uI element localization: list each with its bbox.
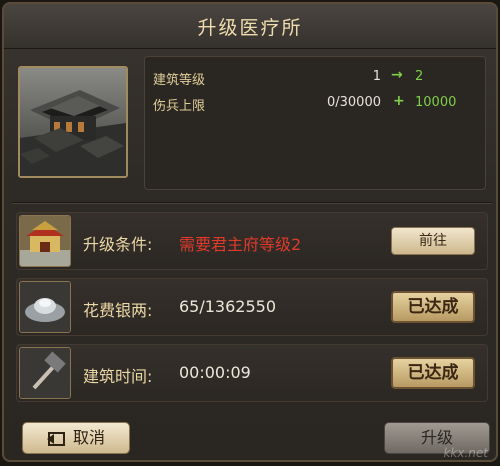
title-bar: 升级医疗所 xyxy=(4,4,496,49)
silver-cost-value: 65/1362550 xyxy=(179,297,277,316)
stats-panel: 建筑等级 1 → 2 伤兵上限 0/30000 + 10000 xyxy=(144,56,486,190)
requirement-value: 需要君主府等级2 xyxy=(179,235,302,254)
stat-new-level: 2 xyxy=(415,69,424,84)
requirement-row-condition: 升级条件: 需要君主府等级2 前往 xyxy=(16,212,488,270)
stat-label-level: 建筑等级 xyxy=(153,73,206,88)
building-image xyxy=(18,66,128,178)
cancel-button[interactable]: 取消 xyxy=(22,422,130,454)
divider xyxy=(12,202,492,204)
dialog-title: 升级医疗所 xyxy=(197,17,303,39)
watermark: kkx.net xyxy=(443,446,488,460)
back-arrow-icon xyxy=(46,431,65,446)
time-achieved-badge: 已达成 xyxy=(391,357,475,389)
build-time-value: 00:00:09 xyxy=(179,363,251,382)
requirement-row-silver: 花费银两: 65/1362550 已达成 xyxy=(16,278,488,336)
requirement-row-time: 建筑时间: 00:00:09 已达成 xyxy=(16,344,488,402)
stat-current-capacity: 0/30000 xyxy=(326,95,381,110)
stat-current-level: 1 xyxy=(372,69,381,84)
stat-label-capacity: 伤兵上限 xyxy=(153,99,206,114)
silver-ingot-icon xyxy=(19,281,71,333)
arrow-right-icon: → xyxy=(391,67,403,83)
cancel-label: 取消 xyxy=(72,428,105,447)
upgrade-dialog: 升级医疗所 建筑等级 1 → 2 伤兵上限 0/30000 + 10000 升级… xyxy=(2,2,498,462)
silver-cost-label: 花费银两: xyxy=(83,301,153,320)
upgrade-label: 升级 xyxy=(420,428,453,447)
hammer-icon xyxy=(19,347,71,399)
build-time-label: 建筑时间: xyxy=(83,367,153,386)
palace-icon xyxy=(19,215,71,267)
building-illustration xyxy=(20,68,126,176)
plus-icon: + xyxy=(393,93,405,109)
stat-new-capacity: 10000 xyxy=(415,95,457,110)
goto-button[interactable]: 前往 xyxy=(391,227,475,255)
requirement-label: 升级条件: xyxy=(83,235,153,254)
silver-achieved-badge: 已达成 xyxy=(391,291,475,323)
